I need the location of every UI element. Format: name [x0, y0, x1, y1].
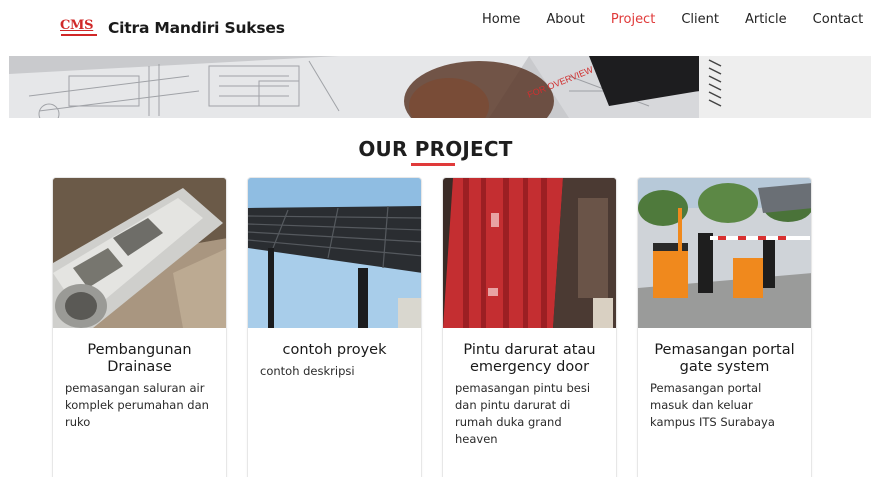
nav-project[interactable]: Project: [611, 12, 655, 27]
project-image-drainase: [53, 178, 226, 328]
nav-about[interactable]: About: [546, 12, 584, 27]
brand-link[interactable]: CMS Citra Mandiri Sukses: [60, 18, 285, 38]
main-nav: Home About Project Client Article Contac…: [482, 12, 863, 27]
brand-logo: CMS: [60, 18, 100, 38]
project-card-contoh[interactable]: contoh proyek contoh deskripsi: [247, 177, 422, 477]
project-description: pemasangan saluran air komplek perumahan…: [65, 381, 209, 429]
project-image-portal-gate: [638, 178, 811, 328]
section-title: OUR PROJECT: [358, 137, 513, 161]
project-title: Pembangunan Drainase: [87, 342, 192, 375]
hero-banner: FOR OVERVIEW: [9, 56, 871, 118]
project-card-drainase[interactable]: Pembangunan Drainase pemasangan saluran …: [52, 177, 227, 477]
project-image-pintu-darurat: [443, 178, 616, 328]
brand-name: Citra Mandiri Sukses: [108, 19, 285, 37]
project-card-pintu-darurat[interactable]: Pintu darurat atau emergency door pemasa…: [442, 177, 617, 477]
project-card-portal-gate[interactable]: Pemasangan portal gate system Pemasangan…: [637, 177, 812, 477]
navbar: CMS Citra Mandiri Sukses Home About Proj…: [0, 0, 871, 54]
nav-client[interactable]: Client: [681, 12, 719, 27]
project-title: contoh proyek: [282, 342, 387, 358]
nav-home[interactable]: Home: [482, 12, 520, 27]
hero-blueprint-image: FOR OVERVIEW: [9, 56, 871, 118]
logo-text: CMS: [60, 18, 94, 33]
project-description: contoh deskripsi: [260, 364, 355, 378]
nav-article[interactable]: Article: [745, 12, 787, 27]
title-underline: [411, 163, 455, 166]
logo-underline: [61, 34, 97, 36]
project-image-contoh: [248, 178, 421, 328]
project-description: Pemasangan portal masuk dan keluar kampu…: [650, 381, 775, 429]
nav-contact[interactable]: Contact: [813, 12, 864, 27]
project-description: pemasangan pintu besi dan pintu darurat …: [455, 381, 591, 446]
project-title: Pemasangan portal gate system: [654, 342, 795, 375]
project-title: Pintu darurat atau emergency door: [463, 342, 596, 375]
